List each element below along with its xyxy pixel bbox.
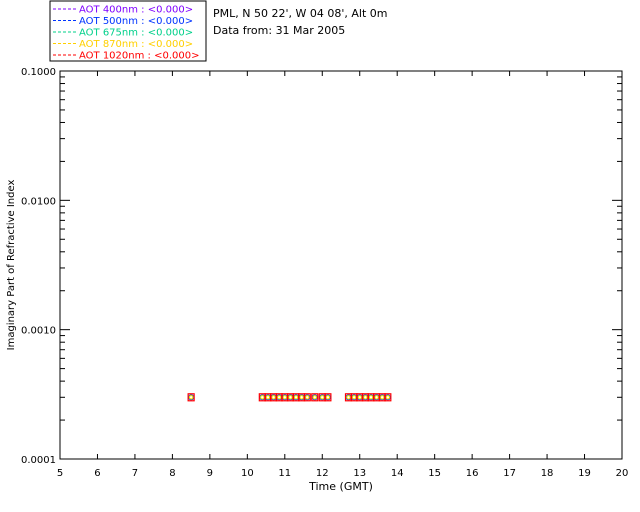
legend: AOT 400nm : <0.000>AOT 500nm : <0.000>AO… <box>49 0 207 62</box>
x-tick-label-12: 17 <box>503 468 516 479</box>
x-tick-label-3: 8 <box>169 468 175 479</box>
x-tick-label-7: 12 <box>316 468 329 479</box>
plot-frame <box>59 70 623 460</box>
data-point-s3-19 <box>380 395 385 400</box>
y-tick-label-1: 0.0010 <box>21 326 56 337</box>
data-point-s3-7 <box>293 395 299 400</box>
x-axis-label: Time (GMT) <box>308 480 373 493</box>
data-point-s3-8 <box>299 395 304 400</box>
legend-label-0: AOT 400nm : <0.000> <box>79 5 193 16</box>
data-point-s3-1 <box>260 395 265 400</box>
x-tick-label-5: 10 <box>241 468 254 479</box>
legend-label-3: AOT 870nm : <0.000> <box>79 39 193 50</box>
data-point-s3-12 <box>325 395 331 400</box>
data-points <box>187 393 392 402</box>
data-point-s3-17 <box>368 395 374 400</box>
legend-label-1: AOT 500nm : <0.000> <box>79 16 193 27</box>
y-tick-label-2: 0.0100 <box>21 196 56 207</box>
y-tick-label-0: 0.0001 <box>21 455 56 466</box>
data-point-s3-15 <box>357 395 362 400</box>
data-point-s3-2 <box>265 395 271 400</box>
x-tick-label-0: 5 <box>57 468 63 479</box>
x-tick-label-10: 15 <box>428 468 441 479</box>
chart-title-line-1: PML, N 50 22', W 04 08', Alt 0m <box>213 7 387 20</box>
data-point-s3-10 <box>312 395 317 400</box>
data-point-s3-6 <box>288 395 293 400</box>
x-tick-label-6: 11 <box>278 468 291 479</box>
legend-label-2: AOT 675nm : <0.000> <box>79 28 193 39</box>
x-tick-label-8: 13 <box>353 468 366 479</box>
data-point-s3-3 <box>271 395 276 400</box>
x-tick-label-14: 19 <box>578 468 591 479</box>
data-point-s3-13 <box>346 395 351 400</box>
x-tick-label-1: 6 <box>94 468 100 479</box>
x-tick-label-2: 7 <box>132 468 138 479</box>
x-tick-label-15: 20 <box>616 468 629 479</box>
x-tick-label-9: 14 <box>391 468 404 479</box>
data-point-s3-4 <box>276 395 282 400</box>
chart: AOT 400nm : <0.000>AOT 500nm : <0.000>AO… <box>6 0 628 493</box>
legend-label-4: AOT 1020nm : <0.000> <box>79 51 199 62</box>
data-point-s3-14 <box>351 395 357 400</box>
y-tick-label-3: 0.1000 <box>21 67 56 78</box>
chart-title-line-2: Data from: 31 Mar 2005 <box>213 24 345 37</box>
x-tick-label-11: 16 <box>466 468 479 479</box>
x-tick-label-4: 9 <box>207 468 213 479</box>
y-axis-label: Imaginary Part of Refractive Index <box>6 180 17 351</box>
data-point-s3-5 <box>282 395 287 400</box>
data-point-s3-20 <box>385 395 391 400</box>
data-point-s3-16 <box>363 395 368 400</box>
data-point-s3-18 <box>374 395 379 400</box>
data-point-s3-0 <box>188 395 194 400</box>
data-point-s3-9 <box>305 395 310 400</box>
axes: 5 6 7 8 9 10 11 12 13 14 15 16 17 18 19 20 0.0001 0.0010 0… <box>21 67 628 479</box>
x-tick-label-13: 18 <box>541 468 554 479</box>
data-point-s3-11 <box>320 395 325 400</box>
